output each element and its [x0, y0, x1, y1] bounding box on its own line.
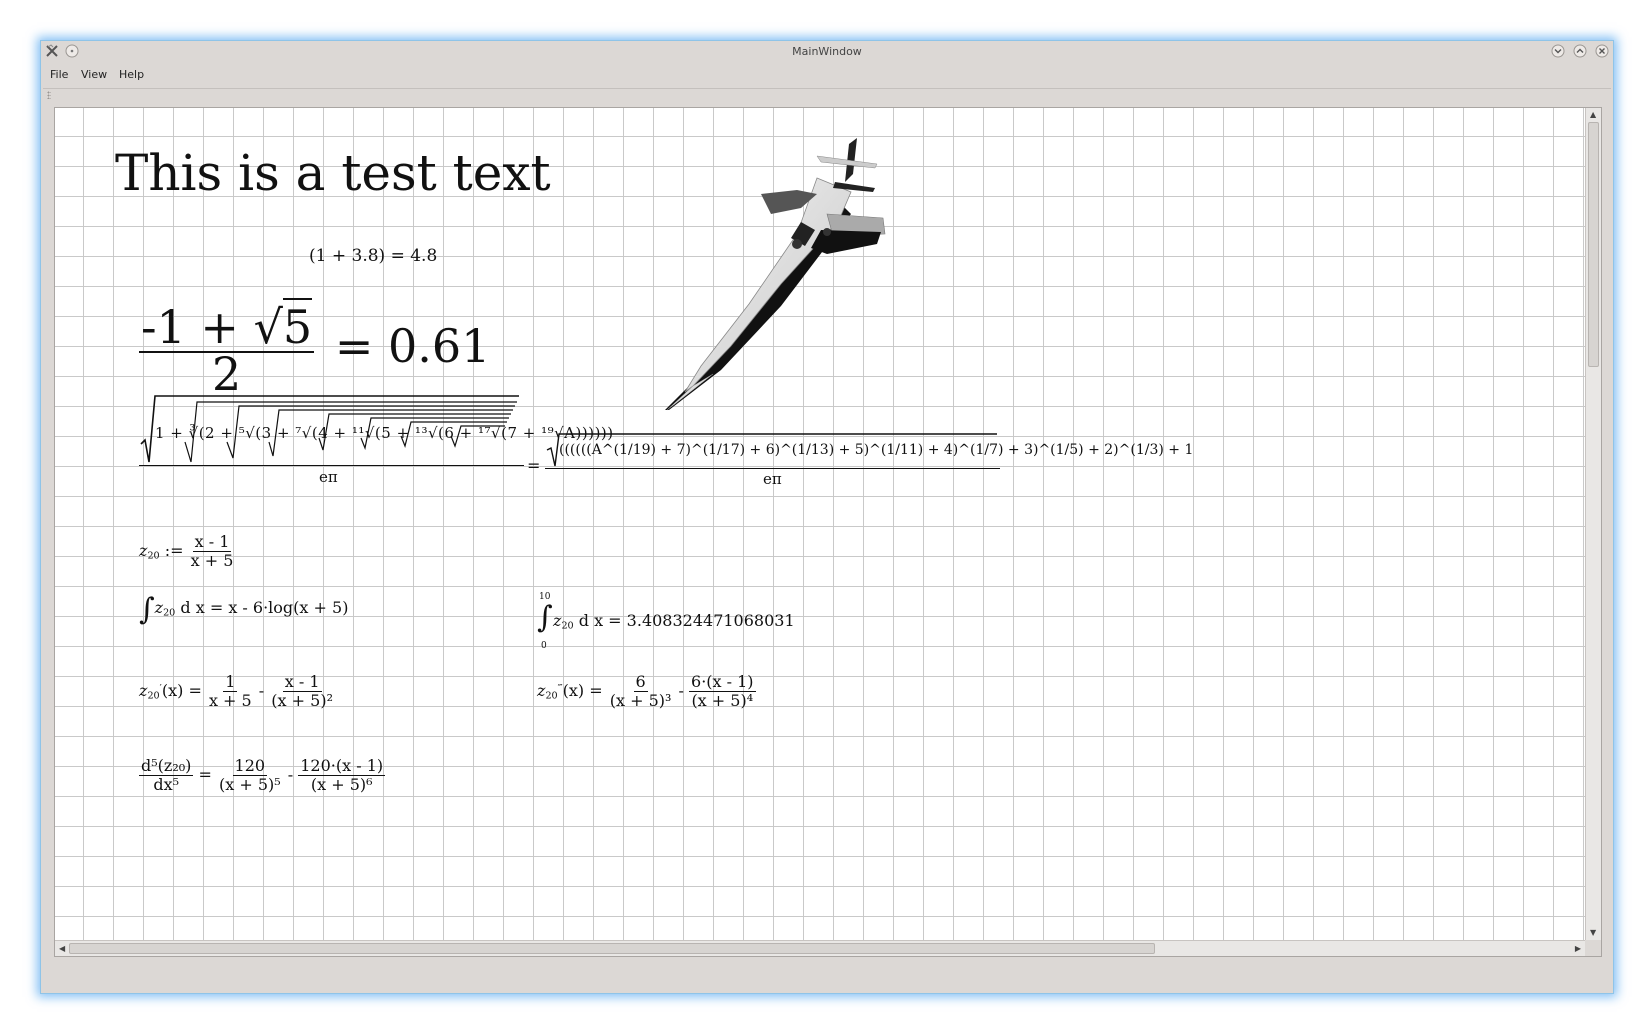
- deriv5-fraction-2: 120·(x - 1) (x + 5)⁶: [298, 756, 386, 794]
- fraction-denominator: (x + 5)⁶: [310, 774, 373, 794]
- close-icon[interactable]: [1595, 44, 1609, 58]
- fraction-denominator: (x + 5)⁴: [691, 690, 754, 710]
- canvas[interactable]: This is a test text (1 + 3.8) = 4.8 -1 +…: [55, 108, 1585, 940]
- fraction-denominator: (x + 5)³: [609, 690, 672, 710]
- menu-help[interactable]: Help: [119, 68, 144, 81]
- menu-bar: File View Help: [41, 65, 1613, 85]
- golden-rhs: = 0.61: [334, 318, 491, 373]
- status-bar: [41, 969, 1613, 993]
- menu-file[interactable]: File: [50, 68, 68, 81]
- fraction-denominator: dx⁵: [153, 774, 180, 794]
- golden-ratio-equation: -1 + √5 2 = 0.61: [139, 298, 491, 397]
- airplane-image[interactable]: [621, 134, 901, 424]
- integral-icon: ∫: [537, 600, 553, 635]
- horizontal-scroll-thumb[interactable]: [69, 943, 1155, 954]
- fraction-numerator: d⁵(z₂₀): [139, 756, 194, 776]
- window-title: MainWindow: [792, 45, 862, 58]
- assign-operator: :=: [159, 541, 189, 561]
- golden-numerator: -1 + √5: [139, 298, 315, 354]
- deriv5-fraction-1: 120 (x + 5)⁵: [217, 756, 283, 794]
- deriv-argument: (x) =: [562, 681, 608, 701]
- vertical-scroll-thumb[interactable]: [1588, 122, 1599, 367]
- e-pi-rhs: eπ: [763, 470, 782, 488]
- vertical-scrollbar[interactable]: ▲ ▼: [1585, 108, 1601, 940]
- z20-fraction: x - 1x + 5: [189, 532, 236, 570]
- deriv3-fraction-2: 6·(x - 1) (x + 5)⁴: [689, 672, 756, 710]
- fraction-bar-lhs: [139, 465, 524, 466]
- menu-view[interactable]: View: [81, 68, 107, 81]
- fraction-numerator: 6·(x - 1): [689, 672, 756, 692]
- equals-sign: =: [527, 456, 541, 475]
- integrand-subscript: 20: [163, 607, 176, 619]
- graphics-view[interactable]: This is a test text (1 + 3.8) = 4.8 -1 +…: [54, 107, 1602, 957]
- fraction-numerator: x - 1: [282, 672, 322, 692]
- deriv3-fraction-1: 6 (x + 5)³: [608, 672, 674, 710]
- scroll-right-icon[interactable]: ▶: [1575, 945, 1581, 953]
- nested-radical-rhs-text: ((((((A^(1/19) + 7)^(1/17) + 6)^(1/13) +…: [559, 442, 1194, 458]
- integral-lower-limit: 0: [541, 641, 547, 651]
- horizontal-scrollbar[interactable]: ◀ ▶: [55, 940, 1585, 956]
- z20-denominator: x + 5: [190, 550, 234, 570]
- heading-text: This is a test text: [115, 144, 551, 202]
- nested-radical-lhs-fraction: 1 + ∛(2 + ⁵√(3 + ⁷√(4 + ¹¹√(5 + ¹³√(6 + …: [139, 388, 613, 488]
- integral-result: d x = x - 6·log(x + 5): [175, 598, 349, 617]
- golden-radicand: 5: [282, 298, 313, 354]
- fraction-denominator: (x + 5)⁵: [218, 774, 281, 794]
- golden-num-text: -1 +: [141, 300, 254, 354]
- deriv5-lhs-fraction: d⁵(z₂₀) dx⁵: [139, 756, 194, 794]
- fraction-denominator: (x + 5)²: [271, 690, 333, 710]
- fraction-numerator: 6: [633, 672, 648, 692]
- integrand-symbol: z: [154, 598, 164, 617]
- fraction-bar-rhs: [545, 468, 1000, 469]
- toolbar-separator: [43, 88, 1611, 89]
- fraction-numerator: 1: [223, 672, 238, 692]
- scroll-up-icon[interactable]: ▲: [1590, 111, 1596, 119]
- third-derivative: z20‴(x) = 6 (x + 5)³ - 6·(x - 1) (x + 5)⁴: [537, 672, 756, 710]
- equals-operator: =: [193, 765, 217, 785]
- golden-fraction: -1 + √5 2: [139, 298, 315, 397]
- deriv-subscript: 20: [147, 690, 160, 702]
- fraction-denominator: x + 5: [208, 690, 252, 710]
- deriv-argument: (x) =: [161, 681, 207, 701]
- sqrt-icon: √: [253, 300, 283, 354]
- fraction-numerator: 120·(x - 1): [298, 756, 386, 776]
- toolbar-grip[interactable]: [47, 91, 51, 99]
- definite-integral-body: z20 d x = 3.408324471068031: [553, 611, 795, 631]
- minimize-icon[interactable]: [1551, 44, 1565, 58]
- minus-operator: -: [673, 681, 690, 701]
- title-bar[interactable]: MainWindow: [41, 41, 1613, 63]
- maximize-icon[interactable]: [1573, 44, 1587, 58]
- nested-radical-rhs-fraction: ((((((A^(1/19) + 7)^(1/17) + 6)^(1/13) +…: [545, 430, 1193, 490]
- main-window: MainWindow File View Help This is a test…: [40, 40, 1614, 994]
- scroll-down-icon[interactable]: ▼: [1590, 929, 1596, 937]
- deriv1-fraction-2: x - 1 (x + 5)²: [269, 672, 335, 710]
- integrand-subscript: 20: [561, 620, 574, 632]
- z20-subscript: 20: [147, 550, 160, 562]
- z20-definition: z20 := x - 1x + 5: [139, 532, 236, 570]
- z20-numerator: x - 1: [192, 532, 232, 552]
- integral-icon: ∫: [139, 592, 155, 627]
- equation-simple: (1 + 3.8) = 4.8: [309, 246, 438, 266]
- scroll-corner: [1585, 940, 1601, 956]
- first-derivative: z20′(x) = 1x + 5 - x - 1 (x + 5)²: [139, 672, 335, 710]
- scroll-left-icon[interactable]: ◀: [59, 945, 65, 953]
- fraction-numerator: 120: [232, 756, 268, 776]
- minus-operator: -: [253, 681, 270, 701]
- deriv1-fraction-1: 1x + 5: [207, 672, 254, 710]
- integral-value: d x = 3.408324471068031: [573, 611, 795, 630]
- deriv-subscript: 20: [545, 690, 558, 702]
- indefinite-integral: ∫z20 d x = x - 6·log(x + 5): [139, 592, 348, 627]
- fifth-derivative: d⁵(z₂₀) dx⁵ = 120 (x + 5)⁵ - 120·(x - 1) (x…: [139, 756, 386, 794]
- minus-operator: -: [282, 765, 299, 785]
- e-pi-lhs: eπ: [319, 468, 338, 486]
